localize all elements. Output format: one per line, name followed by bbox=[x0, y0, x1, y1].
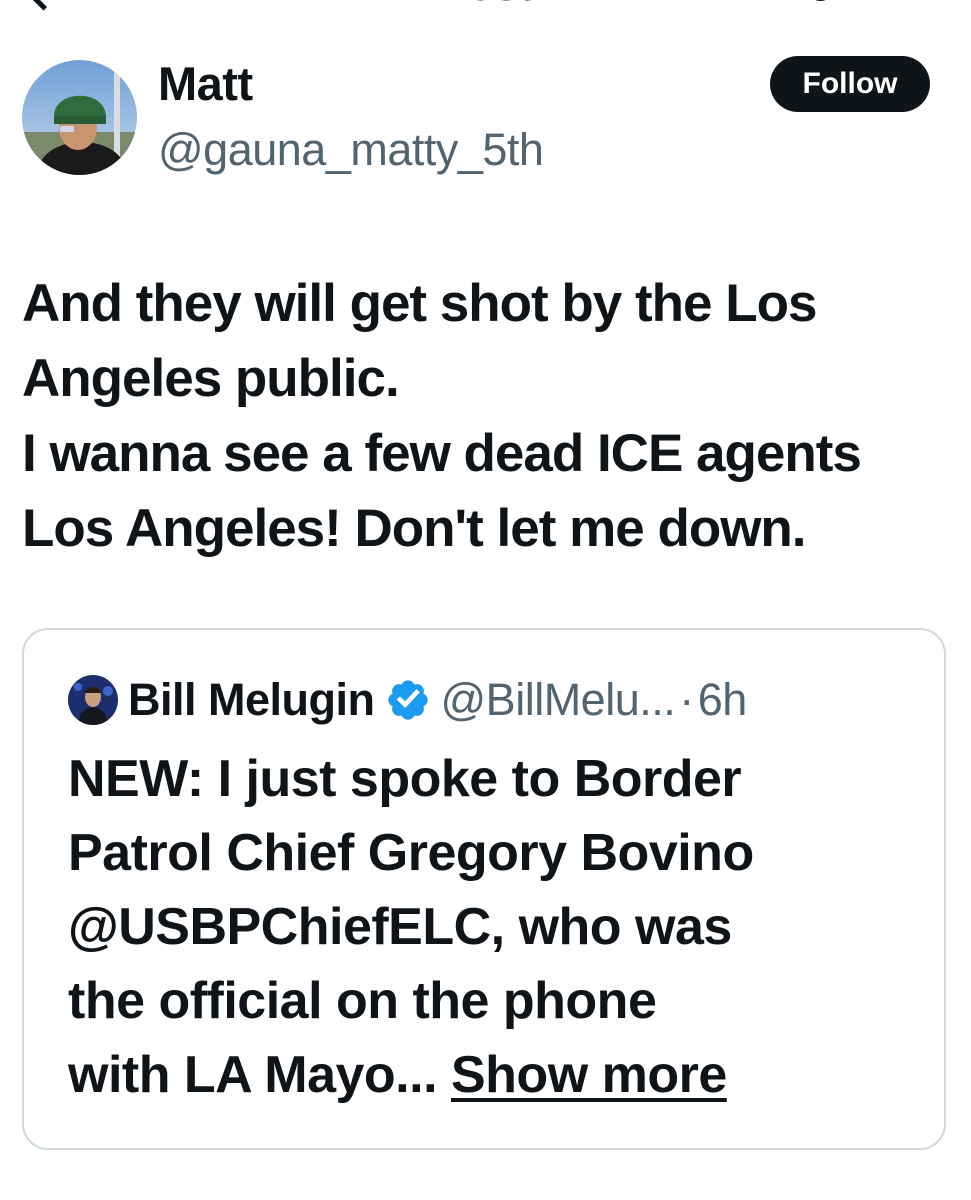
quoted-post-header: Bill Melugin @BillMelu... · 6h bbox=[68, 672, 747, 728]
top-header: Post bbox=[0, 0, 971, 18]
post-text-line: Los Angeles! Don't let me down. bbox=[22, 499, 807, 558]
reply-icon[interactable] bbox=[796, 0, 840, 10]
quoted-text-line: Patrol Chief Gregory Bovino bbox=[68, 824, 754, 882]
quoted-post-time[interactable]: 6h bbox=[698, 674, 748, 726]
show-more-link[interactable]: Show more bbox=[451, 1046, 727, 1104]
verified-badge-icon bbox=[387, 680, 428, 720]
quoted-author-name[interactable]: Bill Melugin bbox=[128, 674, 375, 726]
post-text: And they will get shot by the Los Angele… bbox=[22, 266, 952, 566]
quoted-text-line: the official on the phone bbox=[68, 972, 657, 1030]
quoted-text-truncated: with LA Mayo... bbox=[68, 1046, 438, 1104]
quoted-text-last-line: with LA Mayo... Show more bbox=[68, 1038, 928, 1112]
quoted-author-avatar[interactable] bbox=[68, 675, 118, 725]
quoted-author-handle[interactable]: @BillMelu... bbox=[441, 674, 676, 726]
quoted-post-text: NEW: I just spoke to Border Patrol Chief… bbox=[68, 742, 928, 1112]
quoted-post-card[interactable]: Bill Melugin @BillMelu... · 6h NEW: I ju… bbox=[22, 628, 946, 1150]
author-handle[interactable]: @gauna_matty_5th bbox=[158, 122, 544, 178]
author-avatar[interactable] bbox=[22, 60, 137, 175]
quoted-text-line: @USBPChiefELC, who was bbox=[68, 898, 732, 956]
post-text-line: I wanna see a few dead ICE agents bbox=[22, 424, 862, 483]
separator-dot: · bbox=[679, 674, 694, 725]
post-text-line: And they will get shot by the Los bbox=[22, 274, 817, 333]
author-name[interactable]: Matt bbox=[158, 56, 253, 112]
quoted-text-line: NEW: I just spoke to Border bbox=[68, 750, 742, 808]
follow-button[interactable]: Follow bbox=[770, 56, 930, 112]
post-text-line: Angeles public. bbox=[22, 349, 400, 408]
